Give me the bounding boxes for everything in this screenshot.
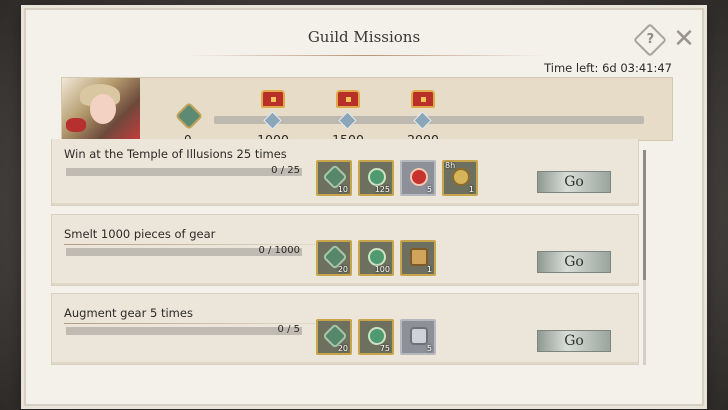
go-button[interactable]: Go — [537, 330, 611, 352]
reward-item[interactable]: 75 — [358, 319, 394, 355]
mission-progress-text: 0 / 5 — [277, 324, 300, 335]
guild-token-icon — [174, 101, 204, 131]
ticket-icon — [410, 248, 428, 266]
go-button[interactable]: Go — [537, 251, 611, 273]
go-button[interactable]: Go — [537, 171, 611, 193]
reward-qty: 5 — [426, 344, 432, 353]
mission-row: Win at the Temple of Illusions 25 times … — [51, 139, 639, 206]
close-button[interactable]: ✕ — [671, 26, 697, 52]
mission-progress-text: 0 / 1000 — [258, 245, 300, 256]
leaf-coin-icon — [368, 327, 386, 345]
reward-item[interactable]: 20 — [316, 240, 352, 276]
page-title: Guild Missions — [307, 28, 421, 46]
star-icon — [263, 111, 282, 130]
mission-title: Win at the Temple of Illusions 25 times — [64, 147, 287, 161]
reward-item[interactable]: 8h 1 — [442, 160, 478, 196]
star-icon — [338, 111, 357, 130]
mission-progress-text: 0 / 25 — [271, 165, 300, 176]
scrollbar[interactable] — [643, 150, 646, 365]
time-left-label: Time left: 6d 03:41:47 — [544, 61, 672, 75]
mission-title: Augment gear 5 times — [64, 306, 193, 320]
reward-qty: 1 — [468, 185, 474, 194]
mission-progress-bar — [66, 327, 302, 335]
reward-item[interactable]: 1 — [400, 240, 436, 276]
mission-list[interactable]: Win at the Temple of Illusions 25 times … — [35, 139, 651, 370]
mission-row: Smelt 1000 pieces of gear 0 / 1000 20 10… — [51, 214, 639, 286]
reward-item[interactable]: 5 — [400, 160, 436, 196]
reward-list: 20 75 5 — [316, 319, 436, 355]
star-icon — [413, 111, 432, 130]
reward-tag: 8h — [445, 161, 456, 170]
mission-progress-bar — [66, 168, 302, 176]
reward-item[interactable]: 20 — [316, 319, 352, 355]
leaf-coin-icon — [368, 248, 386, 266]
reward-qty: 125 — [374, 185, 390, 194]
question-icon: ? — [646, 32, 655, 48]
mission-row: Augment gear 5 times 0 / 5 20 75 5 Go — [51, 293, 639, 365]
reward-qty: 100 — [374, 265, 390, 274]
scrollbar-thumb[interactable] — [643, 150, 646, 280]
reward-list: 20 100 1 — [316, 240, 436, 276]
reward-qty: 5 — [426, 185, 432, 194]
close-icon: ✕ — [673, 24, 695, 54]
mission-title: Smelt 1000 pieces of gear — [64, 227, 216, 241]
reward-qty: 10 — [337, 185, 348, 194]
reward-list: 10 125 5 8h 1 — [316, 160, 478, 196]
ore-icon — [410, 327, 428, 345]
reward-item[interactable]: 10 — [316, 160, 352, 196]
leaf-coin-icon — [368, 168, 386, 186]
seal-icon — [452, 168, 470, 186]
reward-qty: 75 — [379, 344, 390, 353]
chest-icon[interactable] — [336, 90, 360, 108]
reward-qty: 1 — [426, 265, 432, 274]
reward-item[interactable]: 5 — [400, 319, 436, 355]
guild-progress-band: 0 1000 1500 2000 — [61, 77, 673, 147]
reward-qty: 20 — [337, 344, 348, 353]
guild-portrait — [62, 78, 140, 140]
chest-icon[interactable] — [261, 90, 285, 108]
chest-icon[interactable] — [411, 90, 435, 108]
title-divider — [186, 55, 546, 56]
reward-qty: 20 — [337, 265, 348, 274]
reward-item[interactable]: 125 — [358, 160, 394, 196]
potion-icon — [410, 168, 428, 186]
reward-item[interactable]: 100 — [358, 240, 394, 276]
